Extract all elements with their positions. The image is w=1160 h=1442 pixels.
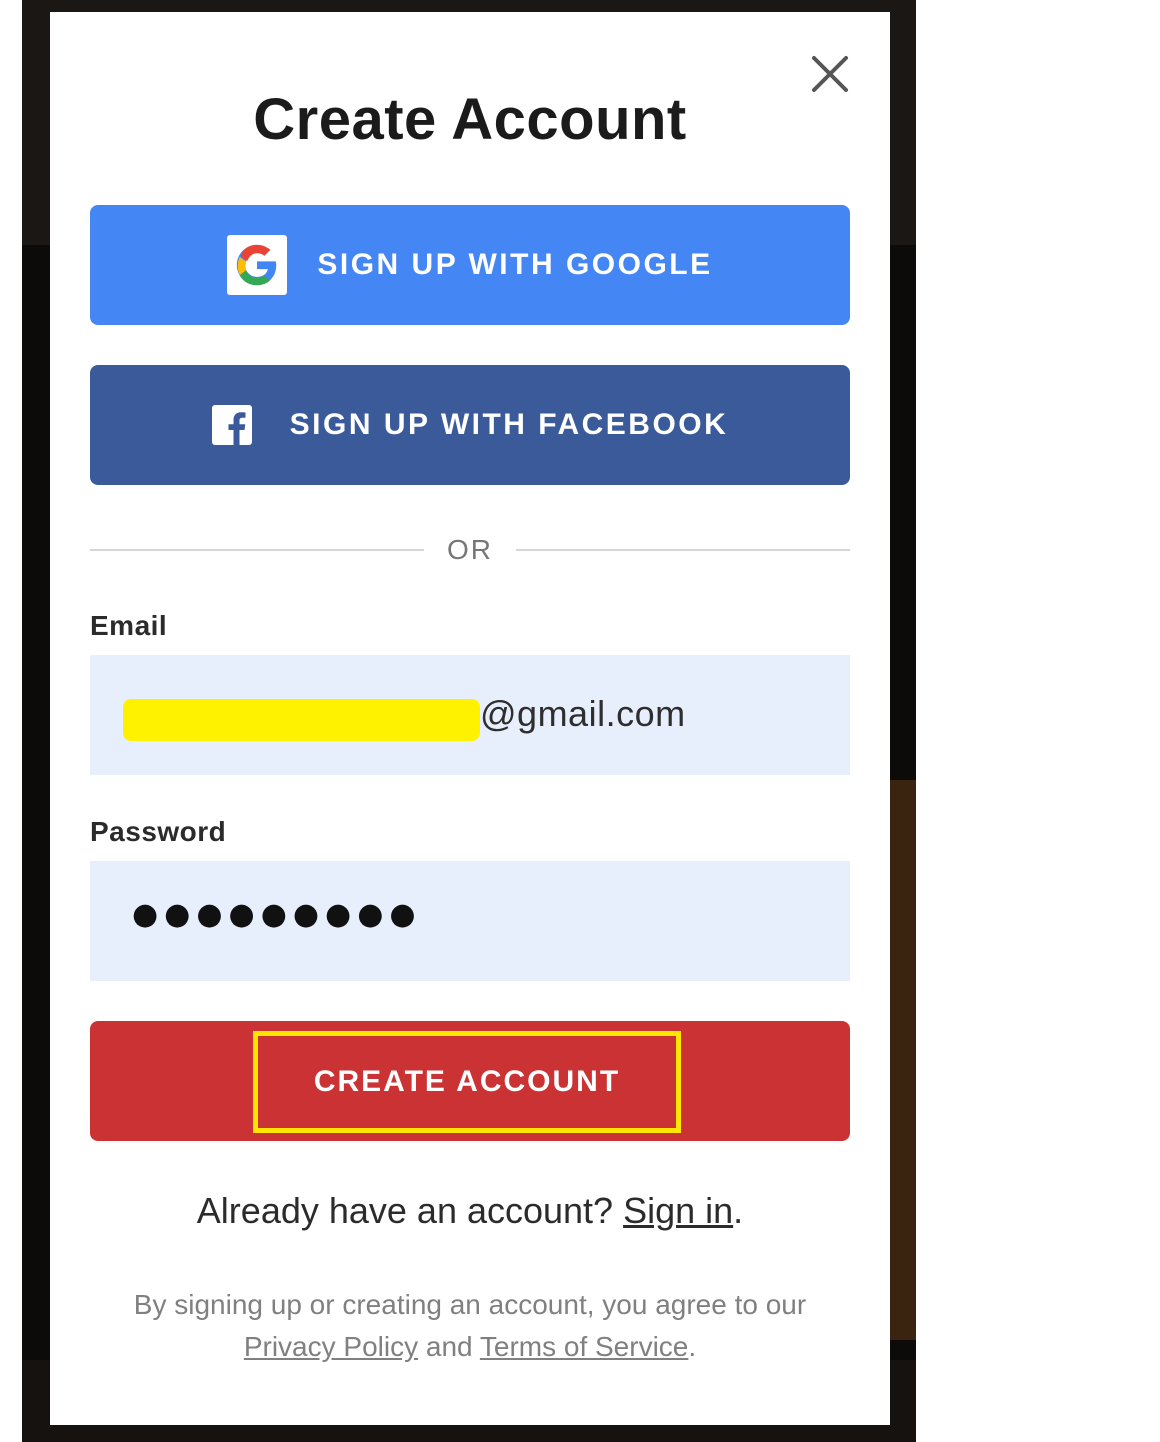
divider-line (516, 549, 850, 551)
password-field[interactable]: ●●●●●●●●● (90, 861, 850, 981)
terms-suffix: . (688, 1331, 697, 1362)
close-button[interactable] (806, 50, 854, 98)
facebook-signup-label: SIGN UP WITH FACEBOOK (289, 408, 729, 441)
create-account-label: CREATE ACCOUNT (313, 1065, 621, 1098)
or-text: OR (447, 534, 493, 565)
or-divider: OR (90, 532, 850, 568)
sign-in-link[interactable]: Sign in (623, 1190, 733, 1231)
signin-prompt-text: Already have an account? (196, 1190, 624, 1231)
facebook-icon (211, 405, 252, 445)
terms-notice: By signing up or creating an account, yo… (90, 1284, 850, 1368)
redaction-mark (123, 699, 480, 741)
terms-and: and (425, 1331, 473, 1362)
highlight-box: CREATE ACCOUNT (253, 1031, 681, 1133)
google-signup-label: SIGN UP WITH GOOGLE (317, 248, 713, 281)
email-label: Email (90, 610, 168, 641)
close-icon (812, 56, 848, 92)
signin-suffix: . (733, 1190, 744, 1231)
google-icon (227, 235, 288, 295)
divider-line (90, 549, 424, 551)
create-account-modal: Create Account SIGN UP WITH GOOGLE SIGN … (50, 12, 890, 1425)
email-field[interactable]: @gmail.com (90, 655, 850, 775)
privacy-policy-link[interactable]: Privacy Policy (244, 1331, 418, 1362)
facebook-signup-button[interactable]: SIGN UP WITH FACEBOOK (90, 365, 850, 485)
modal-title: Create Account (253, 87, 687, 152)
terms-of-service-link[interactable]: Terms of Service (480, 1331, 689, 1362)
terms-prefix: By signing up or creating an account, yo… (133, 1289, 807, 1320)
password-label: Password (90, 816, 227, 847)
google-signup-button[interactable]: SIGN UP WITH GOOGLE (90, 205, 850, 325)
password-value: ●●●●●●●●● (132, 897, 422, 932)
email-value: @gmail.com (480, 693, 686, 734)
signin-prompt: Already have an account? Sign in. (50, 1190, 890, 1232)
create-account-button[interactable]: CREATE ACCOUNT (90, 1021, 850, 1141)
